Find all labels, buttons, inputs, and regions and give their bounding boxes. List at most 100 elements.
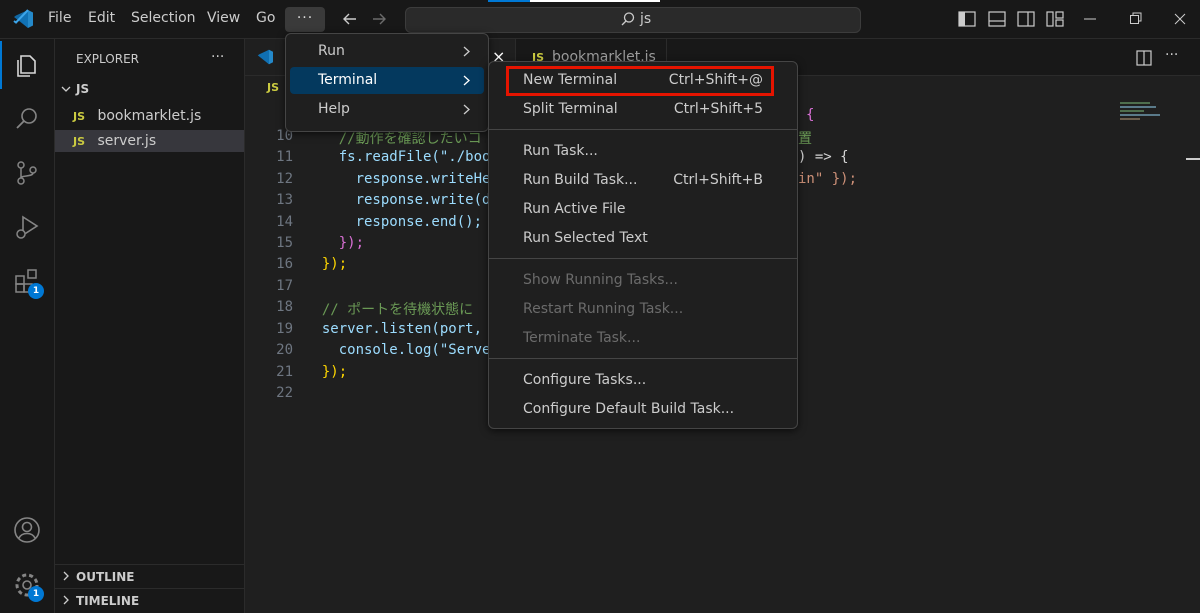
chevron-right-icon [462, 96, 472, 133]
account-icon[interactable] [13, 516, 41, 544]
code-line: console.log("Serve [305, 342, 491, 358]
menu-item-shortcut: Ctrl+Shift+5 [673, 101, 763, 117]
code-line: fs.readFile("./boo [305, 149, 491, 165]
menu-item-terminal[interactable]: Terminal [290, 67, 484, 94]
menu-item-run[interactable]: Run [290, 38, 484, 65]
chevron-down-icon [60, 83, 72, 99]
chevron-right-icon [60, 594, 72, 610]
timeline-label: TIMELINE [76, 594, 140, 608]
menu-item-label: Help [318, 101, 350, 117]
explorer-icon[interactable] [13, 51, 41, 79]
customize-layout-icon[interactable] [1046, 11, 1064, 31]
close-window-icon[interactable] [1173, 11, 1187, 31]
menu-item-help[interactable]: Help [290, 96, 484, 123]
code-line: }); [305, 256, 348, 272]
code-fragment: { [806, 107, 815, 123]
menu-item-run-task[interactable]: Run Task... [489, 138, 797, 165]
explorer-sidebar: EXPLORER ··· JS JS bookmarklet.js JS ser… [55, 39, 245, 613]
menu-selection[interactable]: Selection [131, 10, 196, 26]
timeline-section[interactable]: TIMELINE [55, 588, 244, 611]
outline-section[interactable]: OUTLINE [55, 564, 244, 587]
settings-badge: 1 [28, 586, 44, 602]
command-center-search[interactable]: js [405, 7, 861, 33]
highlight-box [506, 66, 774, 96]
source-control-icon[interactable] [13, 159, 41, 187]
menu-file[interactable]: File [48, 10, 71, 26]
code-line: response.write(d [305, 192, 491, 208]
menu-item-label: Run Selected Text [523, 230, 648, 246]
file-name: bookmarklet.js [97, 108, 202, 124]
code-line: response.end(); [305, 214, 483, 230]
folder-header[interactable]: JS [55, 79, 244, 101]
tab-highlight-strip [530, 0, 660, 2]
line-number: 12 [276, 171, 293, 187]
menu-item-run-active-file[interactable]: Run Active File [489, 196, 797, 223]
line-number: 16 [276, 256, 293, 272]
js-file-icon: JS [73, 110, 86, 123]
line-number: 15 [276, 235, 293, 251]
file-item-server[interactable]: JS server.js [55, 130, 244, 152]
code-line: }); [305, 364, 348, 380]
run-debug-icon[interactable] [13, 213, 41, 241]
more-dropdown-menu: Run Terminal Help [285, 33, 489, 132]
menu-edit[interactable]: Edit [88, 10, 115, 26]
menu-item-label: Terminal [318, 72, 378, 88]
restore-icon[interactable] [1129, 11, 1143, 31]
explorer-more-button[interactable]: ··· [211, 49, 224, 65]
menu-separator [489, 258, 797, 259]
menu-item-terminate-task: Terminate Task... [489, 325, 797, 352]
toggle-secondary-sidebar-icon[interactable] [1017, 11, 1035, 31]
search-activity-icon[interactable] [13, 105, 41, 133]
js-file-icon: JS [73, 135, 86, 148]
line-number: 11 [276, 149, 293, 165]
code-line: server.listen(port, [305, 321, 483, 337]
active-indicator [0, 41, 2, 89]
menu-view[interactable]: View [207, 10, 240, 26]
line-number: 13 [276, 192, 293, 208]
toggle-primary-sidebar-icon[interactable] [958, 11, 976, 31]
editor-more-button[interactable]: ··· [1165, 47, 1178, 63]
menu-item-configure-default-build-task[interactable]: Configure Default Build Task... [489, 396, 797, 423]
file-name: server.js [97, 133, 157, 149]
code-line: response.writeHe [305, 171, 491, 187]
line-number: 14 [276, 214, 293, 230]
toggle-panel-icon[interactable] [988, 11, 1006, 31]
split-editor-icon[interactable] [1136, 50, 1152, 70]
active-tab-indicator [488, 0, 530, 2]
menu-separator [489, 358, 797, 359]
vscode-logo-icon [12, 9, 34, 29]
back-arrow-icon[interactable] [342, 11, 358, 27]
menu-item-label: Configure Default Build Task... [523, 401, 735, 417]
line-number: 17 [276, 278, 293, 294]
line-number: 19 [276, 321, 293, 337]
more-menu-button[interactable]: ··· [285, 7, 325, 32]
outline-label: OUTLINE [76, 570, 135, 584]
code-line: }); [305, 235, 365, 251]
menu-item-label: Run [318, 43, 345, 59]
code-fragment: ) => { [798, 149, 849, 165]
menu-item-split-terminal[interactable]: Split Terminal Ctrl+Shift+5 [489, 96, 797, 123]
menu-go[interactable]: Go [256, 10, 275, 26]
line-number: 21 [276, 364, 293, 380]
explorer-title: EXPLORER [76, 52, 139, 66]
js-file-icon: JS [267, 81, 280, 94]
extensions-badge: 1 [28, 283, 44, 299]
scrollbar-marker[interactable] [1186, 158, 1200, 160]
line-number: 18 [276, 299, 293, 315]
menu-item-label: Show Running Tasks... [523, 272, 678, 288]
menu-item-show-running-tasks: Show Running Tasks... [489, 267, 797, 294]
menu-item-run-selected-text[interactable]: Run Selected Text [489, 225, 797, 252]
menu-item-run-build-task[interactable]: Run Build Task... Ctrl+Shift+B [489, 167, 797, 194]
menu-separator [489, 129, 797, 130]
chevron-right-icon [60, 570, 72, 586]
minimize-icon[interactable] [1083, 11, 1097, 31]
code-fragment: 置 [798, 131, 812, 147]
code-line: // ポートを待機状態に [305, 302, 474, 318]
menu-item-label: Terminate Task... [523, 330, 641, 346]
forward-arrow-icon[interactable] [371, 11, 387, 27]
search-icon [620, 11, 636, 31]
minimap[interactable] [1120, 100, 1165, 130]
menu-item-configure-tasks[interactable]: Configure Tasks... [489, 367, 797, 394]
file-item-bookmarklet[interactable]: JS bookmarklet.js [55, 105, 244, 127]
terminal-submenu: New Terminal Ctrl+Shift+@ Split Terminal… [488, 61, 798, 429]
